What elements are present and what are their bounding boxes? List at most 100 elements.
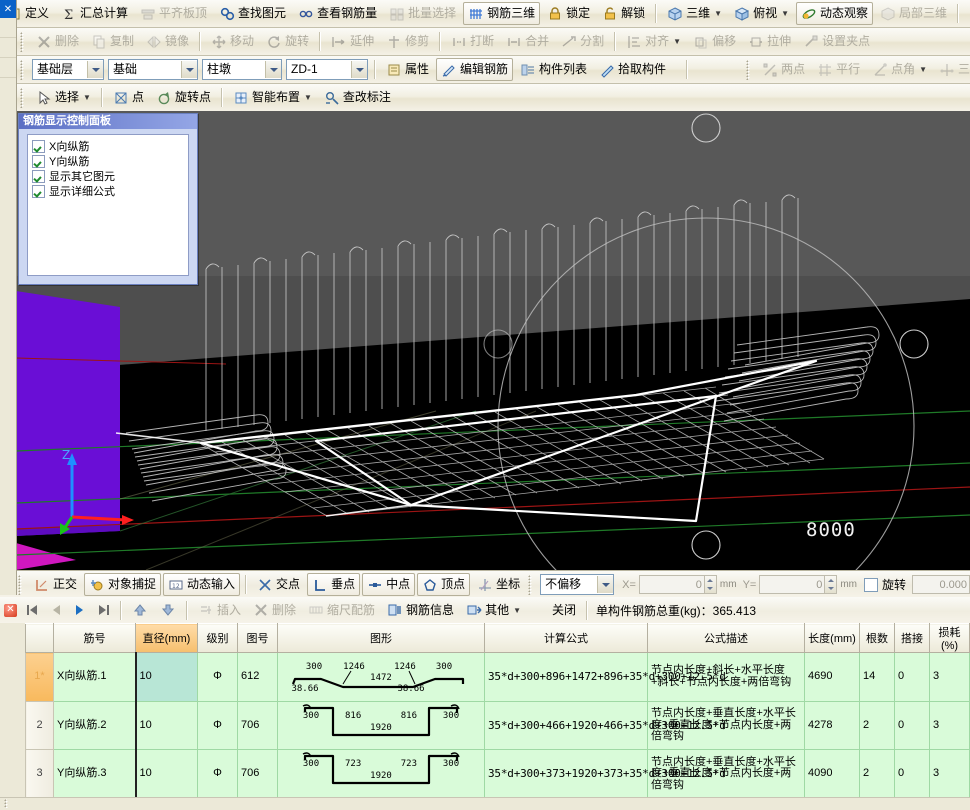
- table-header-shape[interactable]: 图形: [278, 624, 485, 653]
- coordinate-button[interactable]: 坐标: [472, 573, 525, 596]
- chevron-down-icon[interactable]: ▼: [83, 93, 91, 102]
- table-row[interactable]: 3Y向纵筋.310Φ706300723192072330035*d+300+37…: [26, 750, 970, 799]
- cell-loss[interactable]: 3: [930, 701, 970, 750]
- other-button[interactable]: 其他▼: [461, 599, 526, 622]
- cell-formula[interactable]: 35*d+300+373+1920+373+35*d+300+12.5*d: [485, 750, 648, 799]
- left-dock-row[interactable]: [0, 38, 16, 58]
- smart-layout-button[interactable]: 智能布置▼: [228, 86, 317, 109]
- cell-name[interactable]: X向纵筋.1: [54, 653, 136, 702]
- rotate-input[interactable]: 0.000: [912, 575, 970, 594]
- chevron-down-icon[interactable]: [181, 61, 197, 78]
- rotate-point-button[interactable]: 旋转点: [151, 86, 216, 109]
- cell-dia[interactable]: 10: [136, 701, 198, 750]
- toolbar-grip[interactable]: [20, 60, 27, 80]
- cell-grade[interactable]: Φ: [198, 653, 238, 702]
- cell-lap[interactable]: 0: [895, 701, 930, 750]
- toolbar-grip[interactable]: [20, 32, 27, 52]
- cell-desc[interactable]: 节点内长度+垂直长度+水平长度+垂直长度+节点内长度+两倍弯钩: [648, 701, 805, 750]
- midpoint-button[interactable]: 中点: [362, 573, 415, 596]
- cell-lap[interactable]: 0: [895, 653, 930, 702]
- cell-formula[interactable]: 35*d+300+466+1920+466+35*d+300+12.5*d: [485, 701, 648, 750]
- close-icon[interactable]: ✕: [4, 604, 17, 617]
- table-header-idx[interactable]: [26, 624, 54, 653]
- chevron-down-icon[interactable]: ▼: [304, 93, 312, 102]
- cell-lap[interactable]: 0: [895, 750, 930, 799]
- nav-next-icon[interactable]: [72, 602, 88, 618]
- chevron-down-icon[interactable]: [265, 61, 281, 78]
- checkbox[interactable]: [32, 185, 45, 198]
- lock-button[interactable]: 锁定: [542, 2, 595, 25]
- table-header-len[interactable]: 长度(mm): [805, 624, 860, 653]
- table-header-lap[interactable]: 搭接: [895, 624, 930, 653]
- y-input[interactable]: 0: [759, 575, 825, 594]
- unlock-button[interactable]: 解锁: [597, 2, 650, 25]
- orbit-button[interactable]: 动态观察: [796, 2, 873, 25]
- cell-shapecode[interactable]: 612: [238, 653, 278, 702]
- chevron-down-icon[interactable]: [351, 61, 367, 78]
- member-list-button[interactable]: 构件列表: [515, 58, 592, 81]
- y-spinner[interactable]: [825, 575, 837, 594]
- chevron-down-icon[interactable]: [597, 576, 613, 593]
- point-button[interactable]: 点: [108, 86, 149, 109]
- nav-first-icon[interactable]: [24, 602, 40, 618]
- cell-idx[interactable]: 3: [26, 750, 54, 799]
- pick-member-button[interactable]: 拾取构件: [594, 58, 671, 81]
- table-row[interactable]: 2Y向纵筋.210Φ706300816192081630035*d+300+46…: [26, 701, 970, 750]
- cell-name[interactable]: Y向纵筋.2: [54, 701, 136, 750]
- cell-dia[interactable]: 10: [136, 653, 198, 702]
- cube-button[interactable]: 三维▼: [662, 2, 727, 25]
- table-header-count[interactable]: 根数: [860, 624, 895, 653]
- offset-mode-select[interactable]: 不偏移: [540, 574, 614, 595]
- intersection-button[interactable]: 交点: [252, 573, 305, 596]
- cell-formula[interactable]: 35*d+300+896+1472+896+35*d+300+12.5*d: [485, 653, 648, 702]
- cell-grade[interactable]: Φ: [198, 750, 238, 799]
- cell-len[interactable]: 4690: [805, 653, 860, 702]
- cell-idx[interactable]: 1*: [26, 653, 54, 702]
- cell-grade[interactable]: Φ: [198, 701, 238, 750]
- table-row[interactable]: 1*X向纵筋.110Φ61230012461472124630038.6638.…: [26, 653, 970, 702]
- perpendicular-button[interactable]: 垂点: [307, 573, 360, 596]
- cell-count[interactable]: 2: [860, 750, 895, 799]
- toolbar-grip[interactable]: [4, 799, 11, 808]
- chevron-down-icon[interactable]: ▼: [513, 606, 521, 615]
- close-grid-button[interactable]: 关闭: [528, 599, 581, 622]
- cell-shapecode[interactable]: 706: [238, 750, 278, 799]
- check-annotation-button[interactable]: 查改标注: [319, 86, 396, 109]
- table-header-dia[interactable]: 直径(mm): [136, 624, 198, 653]
- x-input[interactable]: 0: [639, 575, 705, 594]
- fullscreen-button[interactable]: 全屏: [964, 2, 970, 25]
- chevron-down-icon[interactable]: ▼: [919, 65, 927, 74]
- cell-len[interactable]: 4278: [805, 701, 860, 750]
- table-header-grade[interactable]: 级别: [198, 624, 238, 653]
- top-view-button[interactable]: 俯视▼: [729, 2, 794, 25]
- toolbar-grip[interactable]: [528, 575, 535, 595]
- cell-shape[interactable]: 3007231920723300: [278, 750, 485, 799]
- cell-desc[interactable]: 节点内长度+垂直长度+水平长度+垂直长度+节点内长度+两倍弯钩: [648, 750, 805, 799]
- rebar-3d-button[interactable]: 钢筋三维: [463, 2, 540, 25]
- chevron-down-icon[interactable]: ▼: [781, 9, 789, 18]
- type-select[interactable]: 柱墩: [202, 59, 282, 80]
- close-panel-icon[interactable]: ✕: [0, 0, 16, 18]
- table-header-desc[interactable]: 公式描述: [648, 624, 805, 653]
- rebar-option-row[interactable]: Y向纵筋: [32, 154, 188, 169]
- x-spinner[interactable]: [705, 575, 717, 594]
- cell-shapecode[interactable]: 706: [238, 701, 278, 750]
- table-header-formula[interactable]: 计算公式: [485, 624, 648, 653]
- ortho-button[interactable]: 正交: [29, 573, 82, 596]
- checkbox[interactable]: [32, 155, 45, 168]
- vertex-button[interactable]: 顶点: [417, 573, 470, 596]
- cell-loss[interactable]: 3: [930, 750, 970, 799]
- rebar-display-control-panel[interactable]: 钢筋显示控制面板 X向纵筋Y向纵筋显示其它图元显示详细公式: [18, 113, 198, 285]
- rebar-option-row[interactable]: 显示详细公式: [32, 184, 188, 199]
- chevron-down-icon[interactable]: ▼: [673, 37, 681, 46]
- rebar-option-row[interactable]: 显示其它图元: [32, 169, 188, 184]
- osnap-button[interactable]: 对象捕捉: [84, 573, 161, 596]
- cell-shape[interactable]: 30012461472124630038.6638.66: [278, 653, 485, 702]
- member-select[interactable]: ZD-1: [286, 59, 368, 80]
- toolbar-grip[interactable]: [746, 60, 753, 80]
- floor-select[interactable]: 基础层: [32, 59, 104, 80]
- cell-count[interactable]: 2: [860, 701, 895, 750]
- edit-rebar-button[interactable]: 编辑钢筋: [436, 58, 513, 81]
- checkbox[interactable]: [32, 170, 45, 183]
- cell-idx[interactable]: 2: [26, 701, 54, 750]
